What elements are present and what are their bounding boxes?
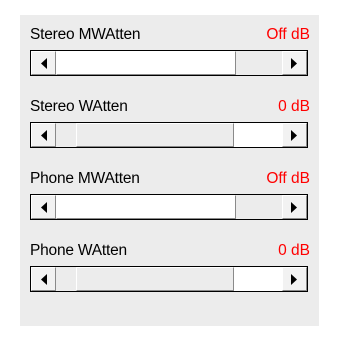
phone-watten-slider[interactable] <box>30 266 308 292</box>
phone-mwatten-control: Phone MWAtten Off dB <box>30 167 310 220</box>
track-right-region[interactable] <box>236 195 282 219</box>
right-arrow-icon <box>291 274 297 285</box>
phone-watten-value: 0 dB <box>278 242 310 259</box>
phone-mwatten-track[interactable] <box>56 195 282 219</box>
phone-watten-track[interactable] <box>56 267 282 291</box>
phone-mwatten-right-button[interactable] <box>282 195 307 219</box>
phone-mwatten-slider[interactable] <box>30 194 308 220</box>
stereo-watten-thumb[interactable] <box>76 123 234 147</box>
attenuation-panel: Stereo MWAtten Off dB Stereo WAtten 0 dB <box>20 15 319 326</box>
phone-watten-label: Phone WAtten <box>30 242 127 259</box>
left-arrow-icon <box>41 202 47 213</box>
stereo-watten-label: Stereo WAtten <box>30 98 128 115</box>
stereo-watten-slider[interactable] <box>30 122 308 148</box>
left-arrow-icon <box>41 58 47 69</box>
stereo-mwatten-control: Stereo MWAtten Off dB <box>30 23 310 76</box>
left-arrow-icon <box>41 130 47 141</box>
stereo-mwatten-slider[interactable] <box>30 50 308 76</box>
phone-mwatten-thumb[interactable] <box>56 195 236 219</box>
stereo-watten-left-button[interactable] <box>31 123 56 147</box>
phone-watten-control: Phone WAtten 0 dB <box>30 239 310 292</box>
right-arrow-icon <box>291 202 297 213</box>
phone-watten-left-button[interactable] <box>31 267 56 291</box>
track-left-region[interactable] <box>56 123 76 147</box>
stereo-mwatten-right-button[interactable] <box>282 51 307 75</box>
stereo-watten-value: 0 dB <box>278 98 310 115</box>
track-left-region[interactable] <box>56 267 76 291</box>
track-right-region[interactable] <box>236 51 282 75</box>
right-arrow-icon <box>291 58 297 69</box>
phone-mwatten-label: Phone MWAtten <box>30 170 140 187</box>
stereo-mwatten-left-button[interactable] <box>31 51 56 75</box>
stereo-watten-track[interactable] <box>56 123 282 147</box>
right-arrow-icon <box>291 130 297 141</box>
stereo-mwatten-label: Stereo MWAtten <box>30 26 141 43</box>
left-arrow-icon <box>41 274 47 285</box>
stereo-watten-control: Stereo WAtten 0 dB <box>30 95 310 148</box>
stereo-mwatten-thumb[interactable] <box>56 51 236 75</box>
phone-mwatten-left-button[interactable] <box>31 195 56 219</box>
stereo-mwatten-value: Off dB <box>266 26 310 43</box>
stereo-watten-right-button[interactable] <box>282 123 307 147</box>
phone-watten-right-button[interactable] <box>282 267 307 291</box>
stereo-mwatten-track[interactable] <box>56 51 282 75</box>
phone-mwatten-value: Off dB <box>266 170 310 187</box>
phone-watten-thumb[interactable] <box>76 267 234 291</box>
